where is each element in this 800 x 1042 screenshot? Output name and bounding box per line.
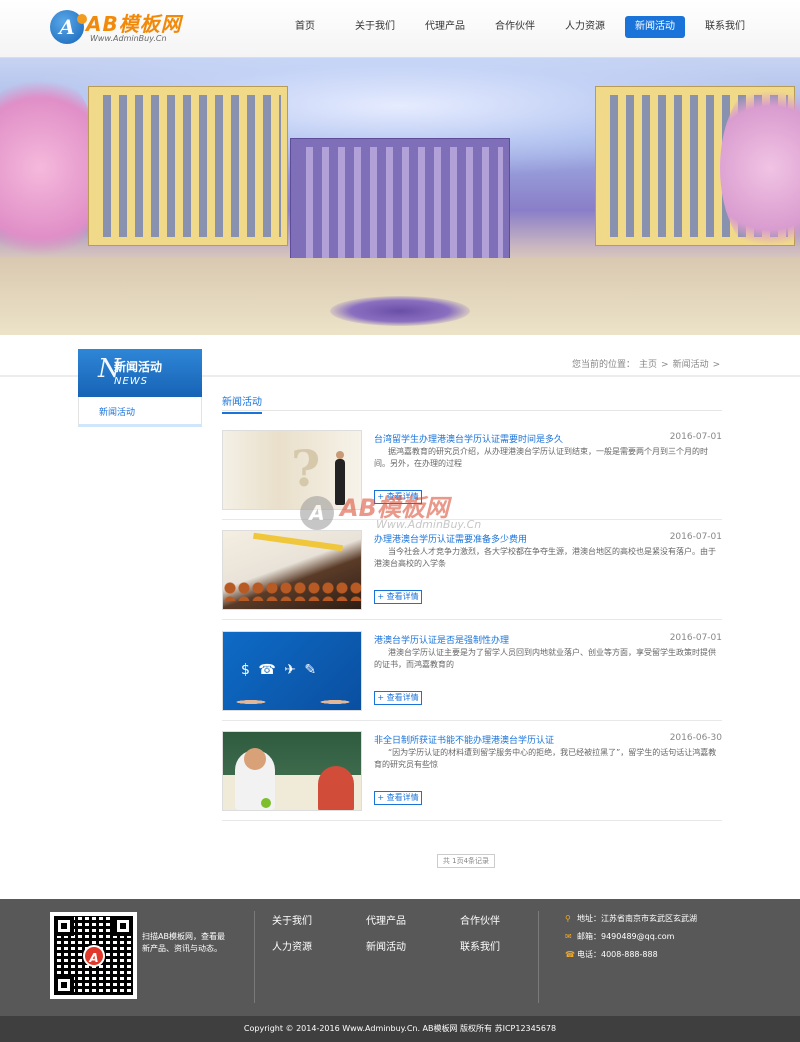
footer-link-about[interactable]: 关于我们 <box>272 912 312 927</box>
breadcrumb-news[interactable]: 新闻活动 <box>673 360 709 370</box>
footer-phone: ☎ 电话：4008-888-888 <box>565 949 658 960</box>
footer-link-contact[interactable]: 联系我们 <box>460 938 500 953</box>
news-item: $ ☎ ✈ ✎ 港澳台学历认证是否是强制性办理 2016-07-01 港澳台学历… <box>222 631 722 723</box>
qr-caption: 扫描AB模板网，查看最新产品、资讯与动态。 <box>142 932 225 953</box>
pagination-info: 共 1页4条记录 <box>437 854 495 868</box>
news-summary: 港澳台学历认证主要是为了留学人员回到内地就业落户、创业等方面，享受留学生政策时提… <box>374 648 716 669</box>
email-text: 邮箱：9490489@qq.com <box>577 932 675 941</box>
nav-news[interactable]: 新闻活动 <box>625 16 685 38</box>
nav-contact[interactable]: 联系我们 <box>690 16 760 38</box>
read-more-button[interactable]: + 查看详情 <box>374 590 422 604</box>
phone-icon: ☎ <box>565 950 575 959</box>
news-date: 2016-07-01 <box>669 432 722 442</box>
watermark-subtitle: Www.AdminBuy.Cn <box>376 518 482 531</box>
footer-address: ⚲ 地址：江苏省南京市玄武区玄武湖 <box>565 913 697 924</box>
footer-divider <box>538 911 539 1003</box>
footer-link-partners[interactable]: 合作伙伴 <box>460 912 500 927</box>
breadcrumb-home[interactable]: 主页 <box>639 360 657 370</box>
nav-home[interactable]: 首页 <box>270 16 340 38</box>
nav-products[interactable]: 代理产品 <box>410 16 480 38</box>
main-nav: 首页 关于我们 代理产品 合作伙伴 人力资源 新闻活动 联系我们 <box>270 16 760 38</box>
nav-hr[interactable]: 人力资源 <box>550 16 620 38</box>
site-logo[interactable]: A AB模板网 Www.AdminBuy.Cn <box>50 8 190 48</box>
sidebar-title-en: NEWS <box>114 376 149 387</box>
hero-banner <box>0 58 800 335</box>
sidebar-title: N 新闻活动 NEWS <box>78 349 202 397</box>
sidebar-item-news[interactable]: 新闻活动 <box>99 405 135 418</box>
banner-building-center <box>290 138 510 278</box>
mail-icon: ✉ <box>565 932 572 941</box>
news-title[interactable]: 非全日制所获证书能不能办理港澳台学历认证 <box>374 733 554 746</box>
news-summary: “因为学历认证的材料遭到留学服务中心的拒绝，我已经被拉黑了”，留学生的话句话让鸿… <box>374 748 717 769</box>
footer-email: ✉ 邮箱：9490489@qq.com <box>565 931 674 942</box>
address-text: 地址：江苏省南京市玄武区玄武湖 <box>577 914 697 923</box>
footer-link-news[interactable]: 新闻活动 <box>366 938 406 953</box>
qr-code: A <box>50 912 137 999</box>
footer-divider <box>254 911 255 1003</box>
news-date: 2016-06-30 <box>669 733 722 743</box>
sidebar-title-cn: 新闻活动 <box>114 360 163 374</box>
news-thumbnail[interactable]: $ ☎ ✈ ✎ <box>222 631 362 711</box>
news-summary: 当今社会人才竞争力激烈，各大学校都在争夺生源，港澳台地区的高校也是紧没有落户。由… <box>374 547 716 568</box>
logo-subtitle: Www.AdminBuy.Cn <box>90 34 167 43</box>
footer-link-hr[interactable]: 人力资源 <box>272 938 312 953</box>
breadcrumb: 您当前的位置： 主页 > 新闻活动 > <box>572 357 724 370</box>
footer-link-products[interactable]: 代理产品 <box>366 912 406 927</box>
section-title-rule <box>222 410 722 411</box>
copyright-bar: Copyright © 2014-2016 Www.Adminbuy.Cn. A… <box>0 1016 800 1042</box>
thumbnail-icons: $ ☎ ✈ ✎ <box>241 662 319 678</box>
watermark-icon: A <box>300 496 334 530</box>
nav-about[interactable]: 关于我们 <box>340 16 410 38</box>
news-item: 非全日制所获证书能不能办理港澳台学历认证 2016-06-30 “因为学历认证的… <box>222 731 722 823</box>
logo-title: AB模板网 <box>86 12 182 36</box>
location-icon: ⚲ <box>565 914 571 923</box>
banner-flowers <box>330 296 470 326</box>
news-title[interactable]: 台湾留学生办理港澳台学历认证需要时间是多久 <box>374 432 563 445</box>
news-thumbnail[interactable] <box>222 731 362 811</box>
news-divider <box>222 820 722 821</box>
news-date: 2016-07-01 <box>669 532 722 542</box>
news-title[interactable]: 港澳台学历认证是否是强制性办理 <box>374 633 509 646</box>
site-header: A AB模板网 Www.AdminBuy.Cn 首页 关于我们 代理产品 合作伙… <box>0 0 800 58</box>
news-divider <box>222 720 722 721</box>
qr-logo-icon: A <box>83 945 105 967</box>
watermark-logo: A AB模板网 Www.AdminBuy.Cn <box>300 484 510 544</box>
news-date: 2016-07-01 <box>669 633 722 643</box>
breadcrumb-sep: > <box>661 360 669 370</box>
read-more-button[interactable]: + 查看详情 <box>374 791 422 805</box>
phone-text: 电话：4008-888-888 <box>577 950 658 959</box>
logo-icon: A <box>50 10 87 44</box>
breadcrumb-sep: > <box>712 360 721 370</box>
nav-partners[interactable]: 合作伙伴 <box>480 16 550 38</box>
banner-building-left <box>88 86 288 246</box>
sidebar-menu: 新闻活动 <box>78 397 202 427</box>
news-summary: 据鸿嘉教育的研究员介绍，从办理港澳台学历认证到结束，一般是需要两个月到三个月的时… <box>374 447 708 468</box>
breadcrumb-prefix: 您当前的位置： <box>572 360 636 370</box>
news-divider <box>222 619 722 620</box>
site-footer: A 扫描AB模板网，查看最新产品、资讯与动态。 关于我们 代理产品 合作伙伴 人… <box>0 899 800 1016</box>
read-more-button[interactable]: + 查看详情 <box>374 691 422 705</box>
